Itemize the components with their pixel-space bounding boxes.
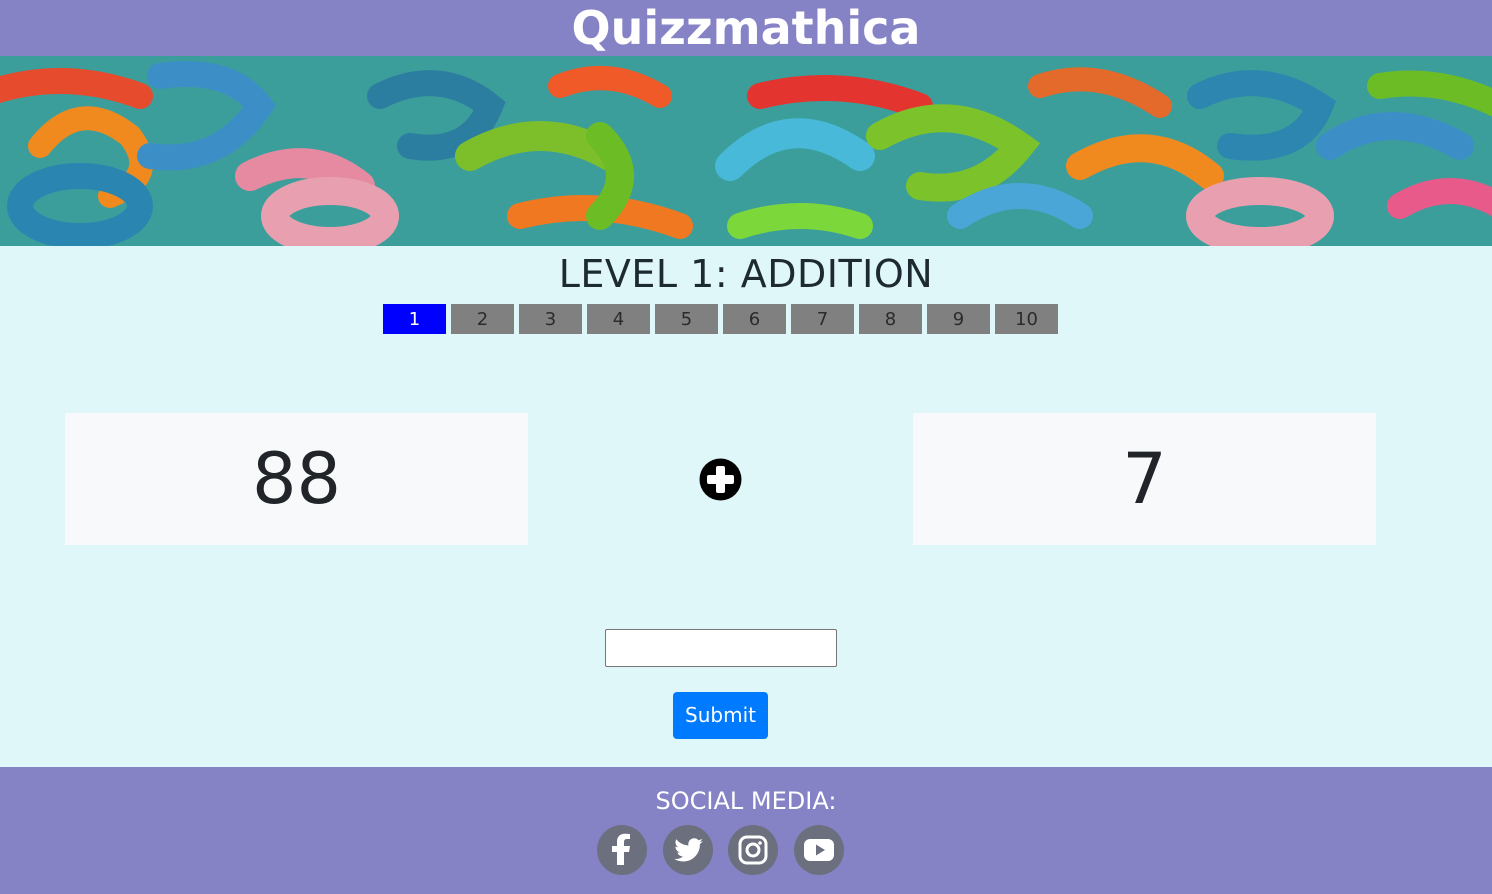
progress-step: 3 (519, 304, 582, 334)
question-progress: 1 2 3 4 5 6 7 8 9 10 (383, 304, 1063, 334)
twitter-icon[interactable] (663, 825, 713, 875)
level-title: LEVEL 1: ADDITION (558, 252, 934, 296)
instagram-icon[interactable] (728, 825, 778, 875)
social-media-title: SOCIAL MEDIA: (655, 787, 837, 815)
progress-step: 7 (791, 304, 854, 334)
submit-button[interactable]: Submit (673, 692, 768, 739)
operand-right: 7 (913, 413, 1376, 545)
site-header: Quizzmathica (0, 0, 1492, 56)
progress-step: 1 (383, 304, 446, 334)
progress-step: 5 (655, 304, 718, 334)
progress-step: 9 (927, 304, 990, 334)
quiz-area: LEVEL 1: ADDITION 1 2 3 4 5 6 7 8 9 10 8… (0, 246, 1492, 767)
answer-input[interactable] (605, 629, 837, 667)
progress-step: 10 (995, 304, 1058, 334)
progress-step: 6 (723, 304, 786, 334)
banner-image (0, 56, 1492, 246)
plus-circle-icon (699, 458, 742, 501)
site-title: Quizzmathica (571, 1, 921, 55)
progress-step: 8 (859, 304, 922, 334)
site-footer: SOCIAL MEDIA: (0, 767, 1492, 894)
number-pattern-image (0, 56, 1492, 246)
youtube-icon[interactable] (794, 825, 844, 875)
progress-step: 4 (587, 304, 650, 334)
operand-left: 88 (65, 413, 528, 545)
facebook-icon[interactable] (597, 825, 647, 875)
progress-step: 2 (451, 304, 514, 334)
